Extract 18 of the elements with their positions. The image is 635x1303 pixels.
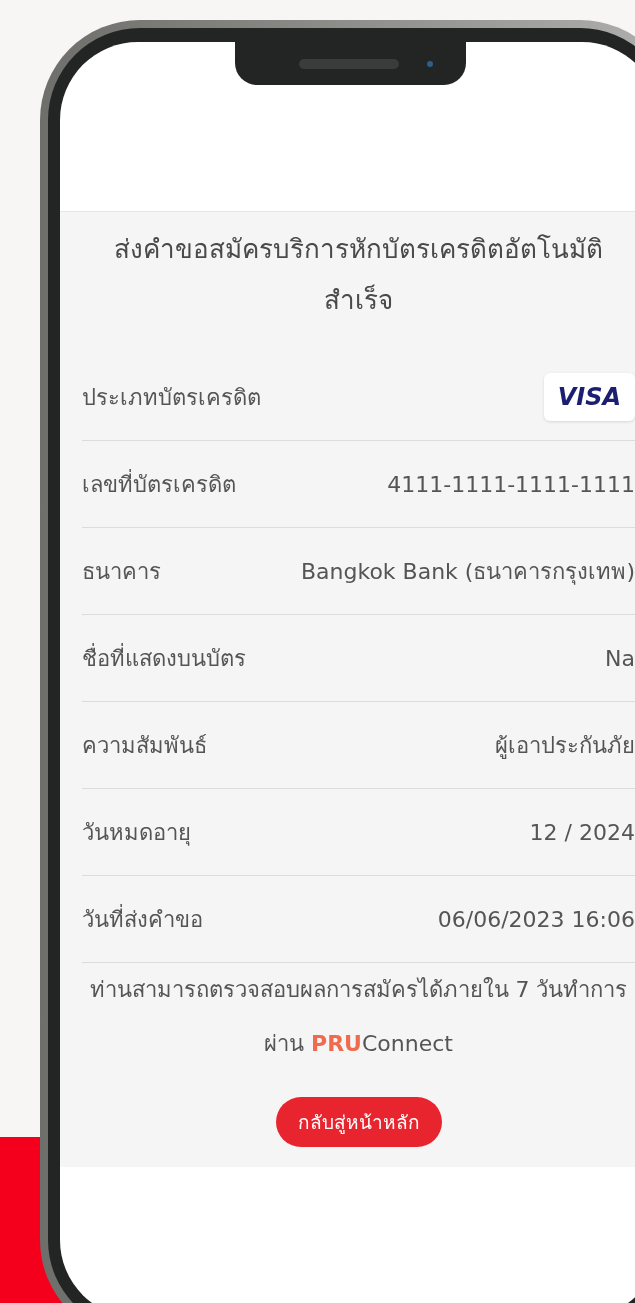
field-label: วันที่ส่งคำขอ: [82, 903, 203, 934]
field-value: 4111-1111-1111-1111: [387, 471, 635, 497]
field-value: 06/06/2023 16:06: [437, 906, 635, 932]
info-text: ผ่าน PRUConnect: [263, 1030, 454, 1058]
field-label: ธนาคาร: [82, 557, 161, 586]
field-label: ความสัมพันธ์: [82, 731, 207, 760]
field-label: เลขที่บัตรเครดิต: [82, 468, 236, 499]
field-value: ผู้เอาประกันภัย: [495, 731, 635, 761]
field-label: ประเภทบัตรเครดิต: [82, 383, 261, 412]
field-label: ชื่อที่แสดงบนบัตร: [82, 642, 246, 673]
field-value: 12 / 2024: [529, 819, 635, 845]
info-text: ท่านสามารถตรวจสอบผลการสมัครได้ภายใน 7 วันทำการ: [88, 976, 629, 1004]
field-value: Na: [605, 645, 635, 671]
card-brand-logo: VISA: [543, 373, 635, 421]
success-title: ส่งคำขอสมัครบริการหักบัตรเครดิตอัตโนมัติสำเร็จ: [113, 233, 604, 317]
field-value: Bangkok Bank (ธนาคารกรุงเทพ): [300, 557, 635, 587]
home-button[interactable]: กลับสู่หน้าหลัก: [275, 1097, 442, 1147]
field-label: วันหมดอายุ: [82, 818, 191, 848]
